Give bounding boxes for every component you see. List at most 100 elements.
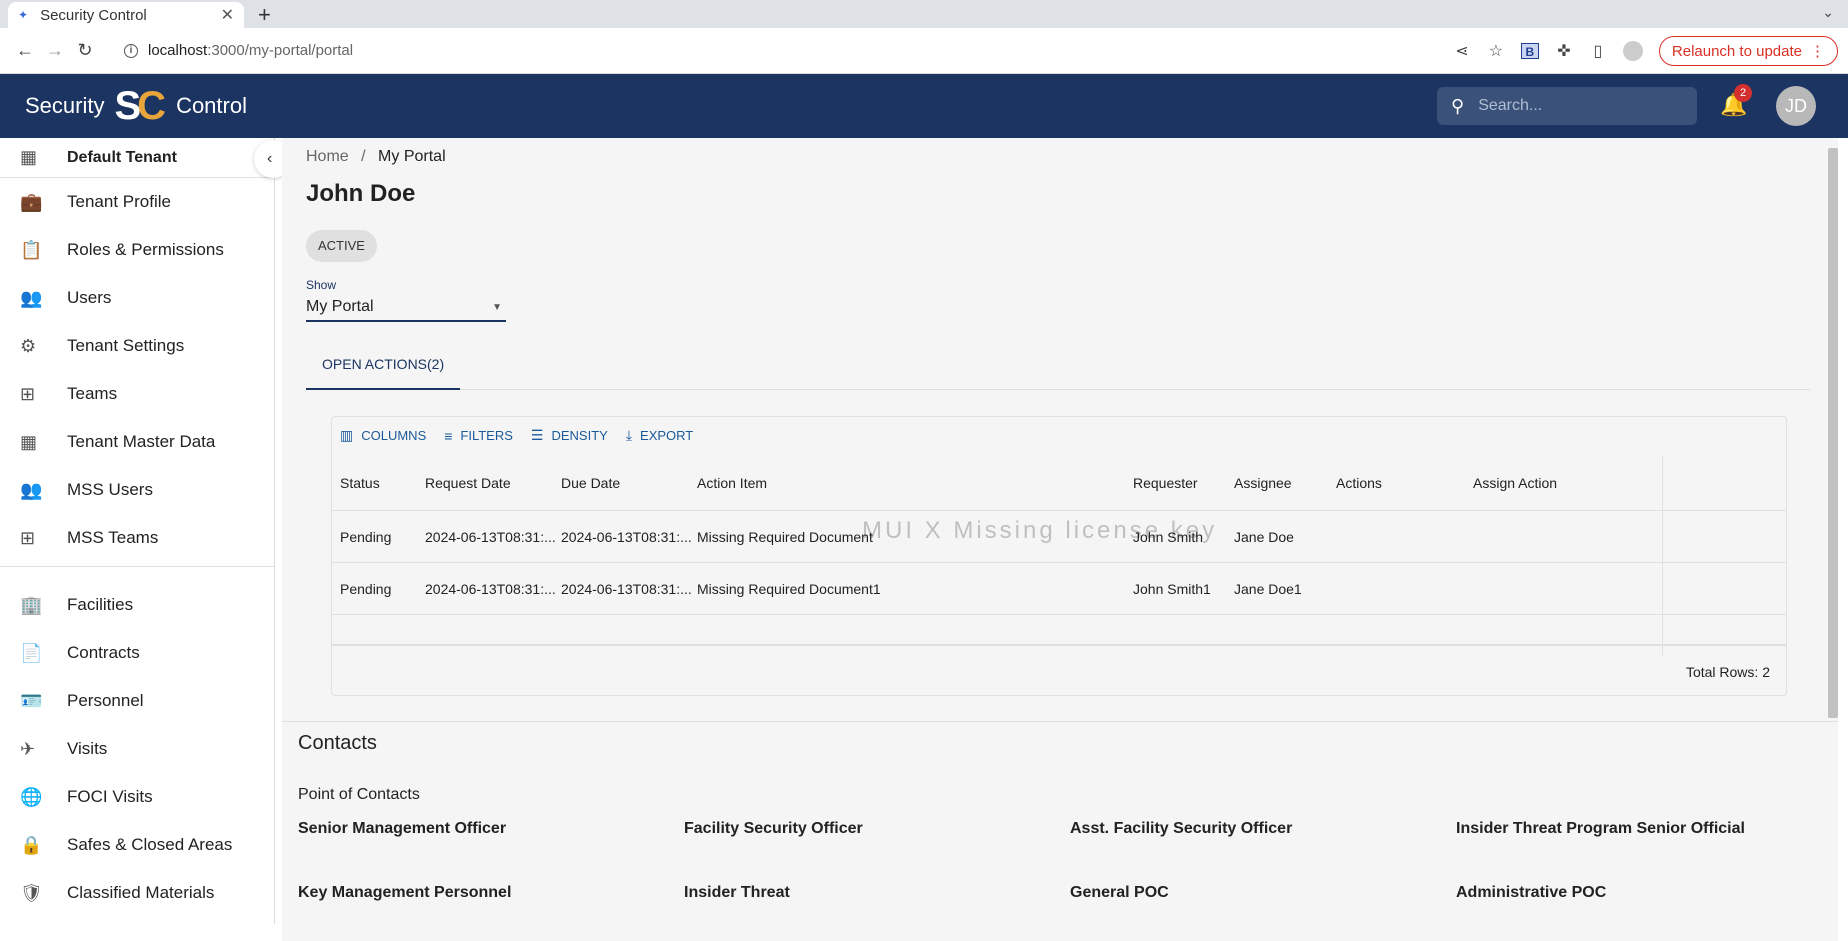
nav-divider	[0, 566, 274, 567]
filters-label: FILTERS	[460, 428, 513, 443]
sidebar-item-contracts[interactable]: 📄 Contracts	[0, 629, 274, 677]
filters-button[interactable]: ≡ FILTERS	[444, 427, 513, 444]
column-header[interactable]: Action Item	[697, 455, 767, 510]
tenant-selector[interactable]: ▦ Default Tenant	[0, 138, 274, 178]
sidebar-item-label: Contracts	[67, 643, 140, 662]
table-cell: Missing Required Document1	[697, 580, 881, 597]
column-header[interactable]: Status	[340, 455, 380, 510]
column-header[interactable]: Assignee	[1234, 455, 1292, 510]
caret-down-icon: ▼	[492, 301, 502, 313]
clipboard-check-icon: 📋	[20, 239, 43, 260]
favicon-icon: ✦	[18, 8, 29, 22]
sidebar-item-label: Classified Materials	[67, 883, 215, 902]
column-header[interactable]: Assign Action	[1473, 455, 1557, 510]
sidebar-item-personnel[interactable]: 🪪 Personnel	[0, 677, 274, 725]
brand-right: Control	[176, 93, 247, 118]
sidebar-item-foci-visits[interactable]: 🌐 FOCI Visits	[0, 773, 274, 821]
grid-icon: ▦	[20, 431, 38, 452]
contract-icon: 📄	[20, 642, 43, 663]
table-cell: 2024-06-13T08:31:...	[425, 528, 556, 545]
users-icon: 👥	[20, 479, 43, 500]
sidebar-item-visits[interactable]: ✈ Visits	[0, 725, 274, 773]
briefcase-icon: 💼	[20, 191, 43, 212]
new-tab-button[interactable]: +	[258, 2, 271, 28]
site-info-icon[interactable]: i	[124, 43, 138, 58]
sidebar-item-label: Safes & Closed Areas	[67, 835, 233, 854]
close-tab-icon[interactable]: ✕	[221, 5, 234, 25]
contacts-title: Contacts	[298, 732, 377, 754]
address-bar[interactable]: i localhost:3000/my-portal/portal	[124, 42, 353, 59]
back-icon[interactable]: ←	[10, 40, 40, 61]
bookmark-star-icon[interactable]: ☆	[1487, 41, 1505, 61]
table-row[interactable]: Pending 2024-06-13T08:31:... 2024-06-13T08…	[332, 563, 1786, 615]
profile-icon[interactable]	[1622, 41, 1643, 61]
table-cell: 2024-06-13T08:31:...	[561, 580, 692, 597]
filter-icon: ≡	[444, 427, 453, 444]
relaunch-label: Relaunch to update	[1671, 42, 1802, 60]
notifications-button[interactable]: 🔔 2	[1720, 84, 1752, 118]
airplane-icon: ✈	[20, 738, 36, 759]
sidebar-item-mss-users[interactable]: 👥 MSS Users	[0, 466, 274, 514]
sidebar-item-mss-teams[interactable]: ⊞ MSS Teams	[0, 514, 274, 562]
sidebar: ▦ Default Tenant ‹ 💼 Tenant Profile 📋 Roles…	[0, 138, 292, 924]
sidebar-item-tenant-settings[interactable]: ⚙ Tenant Settings	[0, 322, 274, 370]
table-cell: Pending	[340, 528, 392, 545]
poc-role: Asst. Facility Security Officer	[1070, 820, 1293, 837]
building-icon: 🏢	[20, 594, 43, 615]
sidebar-item-facilities[interactable]: 🏢 Facilities	[0, 581, 274, 629]
table-cell: Pending	[340, 580, 392, 597]
column-header[interactable]: Due Date	[561, 455, 620, 510]
browser-tab[interactable]: ✦ Security Control ✕	[8, 2, 244, 28]
breadcrumb-separator: /	[361, 148, 366, 165]
reload-icon[interactable]: ↻	[70, 40, 100, 61]
density-icon: ☰	[530, 427, 544, 443]
avatar[interactable]: JD	[1776, 86, 1816, 126]
side-panel-icon[interactable]: ▯	[1589, 41, 1607, 61]
sidebar-item-teams[interactable]: ⊞ Teams	[0, 370, 274, 418]
breadcrumb-home[interactable]: Home	[306, 148, 349, 165]
users-icon: 👥	[20, 287, 43, 308]
sidebar-item-users[interactable]: 👥 Users	[0, 274, 274, 322]
sidebar-item-label: Teams	[67, 384, 118, 403]
status-badge: ACTIVE	[306, 230, 377, 262]
sidebar-item-label: FOCI Visits	[67, 787, 153, 806]
id-card-icon: 🪪	[20, 690, 43, 711]
table-row[interactable]: Pending 2024-06-13T08:31:... 2024-06-13T08…	[332, 511, 1786, 563]
sidebar-item-label: Personnel	[67, 691, 144, 710]
extension-b-icon[interactable]: B	[1520, 43, 1539, 59]
sidebar-item-tenant-profile[interactable]: 💼 Tenant Profile	[0, 178, 274, 226]
density-button[interactable]: ☰ DENSITY	[531, 427, 608, 444]
tab-search-icon[interactable]: ⌄	[1822, 4, 1834, 21]
search-input[interactable]	[1478, 97, 1659, 115]
share-icon[interactable]: ⋖	[1453, 41, 1471, 61]
sidebar-item-tenant-master-data[interactable]: ▦ Tenant Master Data	[0, 418, 274, 466]
column-header[interactable]: Requester	[1133, 455, 1198, 510]
sidebar-item-roles-permissions[interactable]: 📋 Roles & Permissions	[0, 226, 274, 274]
columns-button[interactable]: ▥ COLUMNS	[340, 427, 426, 444]
column-header[interactable]: Actions	[1336, 455, 1382, 510]
scrollbar[interactable]	[1828, 148, 1838, 718]
table-cell: 2024-06-13T08:31:...	[425, 580, 556, 597]
notification-badge: 2	[1734, 84, 1752, 102]
column-header[interactable]: Request Date	[425, 455, 511, 510]
sidebar-item-classified-materials[interactable]: 🛡 Classified Materials	[0, 869, 274, 917]
table-header: Status Request Date Due Date Action Item Req…	[332, 455, 1786, 511]
brand-logo[interactable]: Security SC Control	[25, 86, 247, 126]
tab-open-actions[interactable]: OPEN ACTIONS(2)	[306, 344, 461, 390]
url-host: localhost	[148, 42, 208, 59]
column-separator	[1662, 455, 1663, 655]
extensions-puzzle-icon[interactable]: ✜	[1555, 41, 1573, 61]
globe-icon: 🌐	[20, 786, 43, 807]
table-cell: Jane Doe	[1234, 528, 1294, 545]
sidebar-item-label: MSS Teams	[67, 528, 159, 547]
forward-icon[interactable]: →	[40, 40, 70, 61]
sidebar-item-label: Visits	[67, 739, 108, 758]
relaunch-button[interactable]: Relaunch to update ⋮	[1658, 36, 1838, 66]
search-box[interactable]: ⚲	[1437, 87, 1697, 125]
shield-icon: 🛡	[20, 882, 43, 903]
brand-left: Security	[25, 93, 105, 118]
export-button[interactable]: ⤓ EXPORT	[626, 427, 693, 444]
page-title: John Doe	[306, 180, 416, 207]
show-select[interactable]: My Portal ▼	[306, 294, 506, 322]
sidebar-item-safes-closed-areas[interactable]: 🔒 Safes & Closed Areas	[0, 821, 274, 869]
